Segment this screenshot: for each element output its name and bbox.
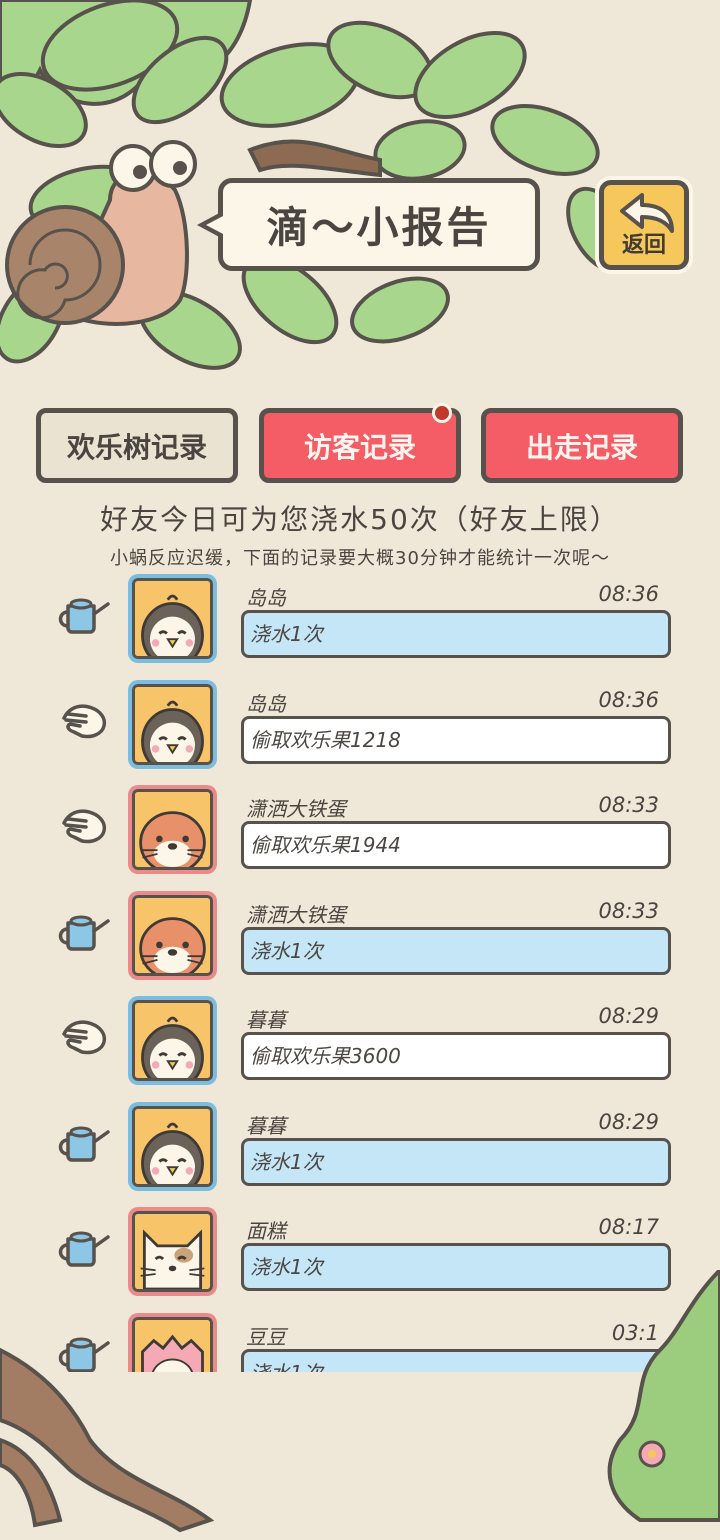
grab-hand-icon (56, 803, 112, 849)
report-title-text: 滴～小报告 (266, 203, 492, 252)
tab-happy-tree-records[interactable]: 欢乐树记录 (36, 408, 238, 483)
record-row[interactable]: 暮暮 08:29 浇水1次 (0, 1098, 720, 1194)
watering-message: 浇水1次 (241, 926, 671, 975)
friend-avatar[interactable] (128, 890, 217, 980)
record-time: 08:17 (598, 1215, 659, 1239)
friend-avatar[interactable] (128, 1101, 217, 1191)
back-button[interactable]: 返回 (599, 180, 689, 270)
friend-avatar[interactable] (128, 574, 217, 663)
penguin-avatar-icon (132, 1000, 213, 1081)
watering-can-icon (56, 1225, 112, 1271)
friend-avatar[interactable] (128, 679, 217, 769)
record-time: 08:36 (598, 687, 659, 712)
record-row[interactable]: 岛岛 08:36 浇水1次 (0, 570, 720, 666)
friend-name: 岛岛 (246, 691, 286, 716)
friend-name: 暮暮 (246, 1008, 286, 1032)
game-scene: 滴～小报告 返回 欢乐树记录 访客记录 出走记录 好友今日可为您浇水50次（好友… (0, 0, 720, 1540)
record-row[interactable]: 暮暮 08:29 偷取欢乐果3600 (0, 992, 720, 1088)
tab-label: 访客记录 (303, 430, 416, 464)
record-time: 08:33 (598, 898, 659, 923)
friend-name: 暮暮 (246, 1113, 286, 1138)
record-row[interactable]: 潇洒大铁蛋 08:33 浇水1次 (0, 887, 720, 983)
tab-label: 出走记录 (525, 430, 638, 464)
watering-can-icon (56, 592, 112, 638)
friend-avatar[interactable] (128, 1207, 217, 1296)
watering-message: 浇水1次 (241, 610, 671, 658)
grab-hand-icon (56, 1014, 112, 1060)
notification-dot (432, 403, 452, 423)
friend-name: 面糕 (246, 1219, 286, 1243)
report-title: 滴～小报告 (197, 178, 540, 271)
steal-message: 偷取欢乐果3600 (241, 1032, 671, 1080)
friend-name: 潇洒大铁蛋 (246, 902, 346, 927)
steal-message: 偷取欢乐果1218 (241, 715, 671, 764)
tab-label: 欢乐树记录 (66, 430, 207, 464)
tab-departure-records[interactable]: 出走记录 (481, 408, 683, 483)
record-row[interactable]: 岛岛 08:36 偷取欢乐果1218 (0, 676, 720, 772)
penguin-avatar-icon (132, 578, 213, 659)
friend-avatar[interactable] (128, 996, 217, 1085)
record-time: 08:36 (598, 582, 659, 606)
watering-can-icon (56, 1120, 112, 1166)
steal-message: 偷取欢乐果1944 (241, 821, 671, 869)
friend-avatar[interactable] (128, 785, 217, 874)
record-delay-note: 小蜗反应迟缓，下面的记录要大概30分钟才能统计一次呢～ (110, 548, 610, 569)
friend-name: 潇洒大铁蛋 (246, 797, 346, 821)
tab-visitor-records[interactable]: 访客记录 (259, 403, 461, 483)
record-time: 08:33 (598, 793, 659, 817)
back-arrow-icon (620, 193, 674, 233)
friend-name: 岛岛 (246, 586, 286, 610)
record-time: 08:29 (598, 1109, 659, 1134)
roots-illustration (0, 1347, 215, 1533)
watering-limit-info: 好友今日可为您浇水50次（好友上限） (100, 503, 620, 536)
bush-illustration (607, 1270, 720, 1522)
watering-can-icon (56, 909, 112, 955)
watering-message: 浇水1次 (241, 1137, 671, 1186)
record-time: 08:29 (598, 1004, 659, 1028)
record-row[interactable]: 潇洒大铁蛋 08:33 偷取欢乐果1944 (0, 781, 720, 877)
otter-avatar-icon (132, 894, 213, 976)
grab-hand-icon (56, 698, 112, 744)
penguin-avatar-icon (132, 1105, 213, 1187)
visitor-record-list[interactable]: 岛岛 08:36 浇水1次 岛岛 08:36 偷取欢乐果1218 潇洒大铁蛋 08:33 偷取欢… (0, 570, 720, 1372)
penguin-avatar-icon (132, 683, 213, 765)
otter-avatar-icon (132, 789, 213, 870)
cat-avatar-icon (132, 1211, 213, 1292)
